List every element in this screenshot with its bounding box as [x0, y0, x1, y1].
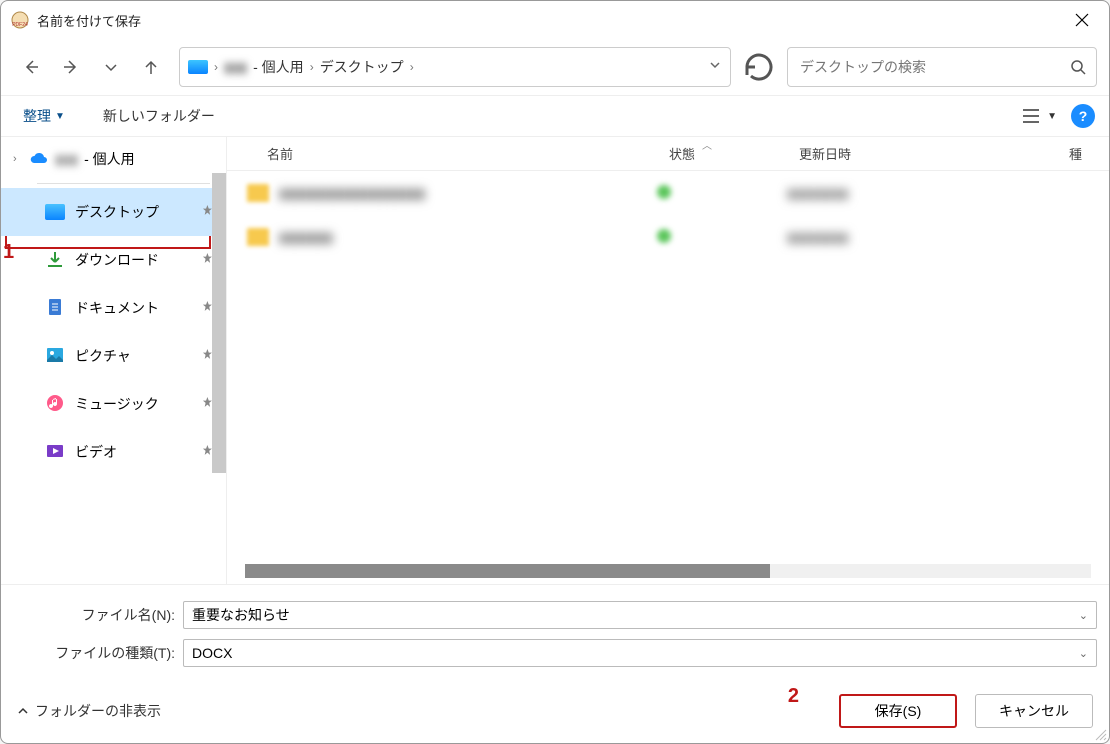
filetype-field[interactable]: DOCX ⌄ [183, 639, 1097, 667]
tree-divider [37, 183, 210, 184]
search-box[interactable] [787, 47, 1097, 87]
hide-folders-button[interactable]: フォルダーの非表示 [17, 701, 161, 721]
document-icon [45, 297, 65, 320]
file-row[interactable]: ▮▮▮▮▮▮▮ ▮▮▮▮▮▮▮▮ [227, 215, 1109, 259]
view-options-button[interactable]: ▼ [1021, 107, 1057, 125]
file-list-header: ︿ 名前 状態 更新日時 種 [227, 137, 1109, 171]
file-name: ▮▮▮▮▮▮▮▮▮▮▮▮▮▮▮▮▮▮▮ [279, 185, 657, 202]
filename-field[interactable]: 重要なお知らせ ⌄ [183, 601, 1097, 629]
file-date: ▮▮▮▮▮▮▮▮ [787, 185, 1057, 202]
search-icon [1070, 59, 1086, 75]
scrollbar-thumb[interactable] [245, 564, 770, 578]
recent-locations-button[interactable] [93, 49, 129, 85]
hide-folders-label: フォルダーの非表示 [35, 701, 161, 721]
file-list[interactable]: ▮▮▮▮▮▮▮▮▮▮▮▮▮▮▮▮▮▮▮ ▮▮▮▮▮▮▮▮ ▮▮▮▮▮▮▮ ▮▮▮… [227, 171, 1109, 564]
breadcrumb-personal[interactable]: - 個人用 [253, 57, 304, 77]
tree-item-label: ビデオ [75, 442, 117, 462]
dropdown-icon: ▼ [55, 111, 65, 122]
pc-icon [188, 60, 208, 74]
horizontal-scrollbar[interactable] [245, 564, 1091, 578]
filetype-label: ファイルの種類(T): [13, 643, 183, 663]
tree-item-videos[interactable]: ビデオ [1, 428, 226, 476]
save-as-dialog: PDF24 名前を付けて保存 › ▮▮▮ - 個人用 › デスクトップ › [0, 0, 1110, 744]
tree-root-personal: - 個人用 [84, 149, 135, 169]
tree-item-label: ダウンロード [75, 250, 159, 270]
search-input[interactable] [798, 58, 1070, 76]
dropdown-icon[interactable]: ⌄ [1079, 609, 1088, 622]
breadcrumb-separator-icon: › [410, 60, 414, 74]
window-title: 名前を付けて保存 [37, 11, 141, 30]
save-button[interactable]: 保存(S) [839, 694, 957, 728]
column-header-kind[interactable]: 種 [1057, 144, 1109, 163]
chevron-up-icon [17, 705, 29, 717]
address-bar[interactable]: › ▮▮▮ - 個人用 › デスクトップ › [179, 47, 731, 87]
resize-grip[interactable] [1093, 727, 1107, 741]
back-button[interactable] [13, 49, 49, 85]
annotation-2: 2 [788, 685, 799, 708]
address-history-button[interactable] [708, 58, 722, 77]
tree-item-label: デスクトップ [75, 202, 159, 222]
column-header-name[interactable]: 名前 [227, 144, 657, 163]
video-icon [45, 441, 65, 464]
titlebar: PDF24 名前を付けて保存 [1, 1, 1109, 39]
toolbar: 整理 ▼ 新しいフォルダー ▼ ? [1, 95, 1109, 137]
music-icon [45, 393, 65, 416]
tree-root-onedrive[interactable]: › ▮▮▮ - 個人用 [1, 143, 226, 175]
app-icon: PDF24 [11, 11, 29, 29]
file-list-area: ︿ 名前 状態 更新日時 種 ▮▮▮▮▮▮▮▮▮▮▮▮▮▮▮▮▮▮▮ ▮▮▮▮▮… [227, 137, 1109, 584]
breadcrumb-obscured[interactable]: ▮▮▮ [224, 59, 247, 76]
sidebar-scrollbar[interactable] [212, 173, 226, 473]
breadcrumb-separator-icon: › [310, 60, 314, 74]
navigation-tree: › ▮▮▮ - 個人用 デスクトップ ダウンロード ドキュメント [1, 137, 227, 584]
tree-item-desktop[interactable]: デスクトップ [1, 188, 226, 236]
tree-root-obscured: ▮▮▮ [55, 151, 78, 168]
filename-value: 重要なお知らせ [192, 605, 290, 625]
up-button[interactable] [133, 49, 169, 85]
annotation-1: 1 [3, 241, 14, 264]
tree-item-label: ミュージック [75, 394, 159, 414]
new-folder-button[interactable]: 新しいフォルダー [103, 106, 215, 126]
download-icon [45, 249, 65, 272]
tree-item-label: ピクチャ [75, 346, 131, 366]
folder-icon [247, 228, 269, 246]
file-state [657, 229, 787, 246]
expand-icon[interactable]: › [13, 153, 23, 165]
file-state [657, 185, 787, 202]
tree-item-label: ドキュメント [75, 298, 159, 318]
dialog-footer: フォルダーの非表示 保存(S) キャンセル 2 [1, 683, 1109, 743]
dropdown-icon[interactable]: ⌄ [1079, 647, 1088, 660]
cloud-icon [29, 152, 49, 166]
tree-item-music[interactable]: ミュージック [1, 380, 226, 428]
filename-label: ファイル名(N): [13, 605, 183, 625]
folder-icon [247, 184, 269, 202]
refresh-button[interactable] [741, 49, 777, 85]
navigation-bar: › ▮▮▮ - 個人用 › デスクトップ › [1, 39, 1109, 95]
dropdown-icon: ▼ [1047, 111, 1057, 122]
column-header-date[interactable]: 更新日時 [787, 144, 1057, 163]
organize-button[interactable]: 整理 ▼ [15, 102, 73, 130]
picture-icon [45, 345, 65, 368]
forward-button[interactable] [53, 49, 89, 85]
cancel-button[interactable]: キャンセル [975, 694, 1093, 728]
file-date: ▮▮▮▮▮▮▮▮ [787, 229, 1057, 246]
tree-item-downloads[interactable]: ダウンロード [1, 236, 226, 284]
help-button[interactable]: ? [1071, 104, 1095, 128]
filetype-value: DOCX [192, 645, 232, 661]
breadcrumb-desktop[interactable]: デスクトップ [320, 57, 404, 77]
file-row[interactable]: ▮▮▮▮▮▮▮▮▮▮▮▮▮▮▮▮▮▮▮ ▮▮▮▮▮▮▮▮ [227, 171, 1109, 215]
sort-indicator-icon: ︿ [687, 137, 727, 152]
tree-item-pictures[interactable]: ピクチャ [1, 332, 226, 380]
body-area: › ▮▮▮ - 個人用 デスクトップ ダウンロード ドキュメント [1, 137, 1109, 584]
file-name: ▮▮▮▮▮▮▮ [279, 229, 657, 246]
svg-text:PDF24: PDF24 [12, 22, 28, 28]
desktop-icon [45, 204, 65, 220]
save-form: ファイル名(N): 重要なお知らせ ⌄ ファイルの種類(T): DOCX ⌄ [1, 584, 1109, 683]
tree-item-documents[interactable]: ドキュメント [1, 284, 226, 332]
organize-label: 整理 [23, 106, 51, 126]
breadcrumb-separator-icon: › [214, 60, 218, 74]
close-button[interactable] [1059, 3, 1105, 37]
